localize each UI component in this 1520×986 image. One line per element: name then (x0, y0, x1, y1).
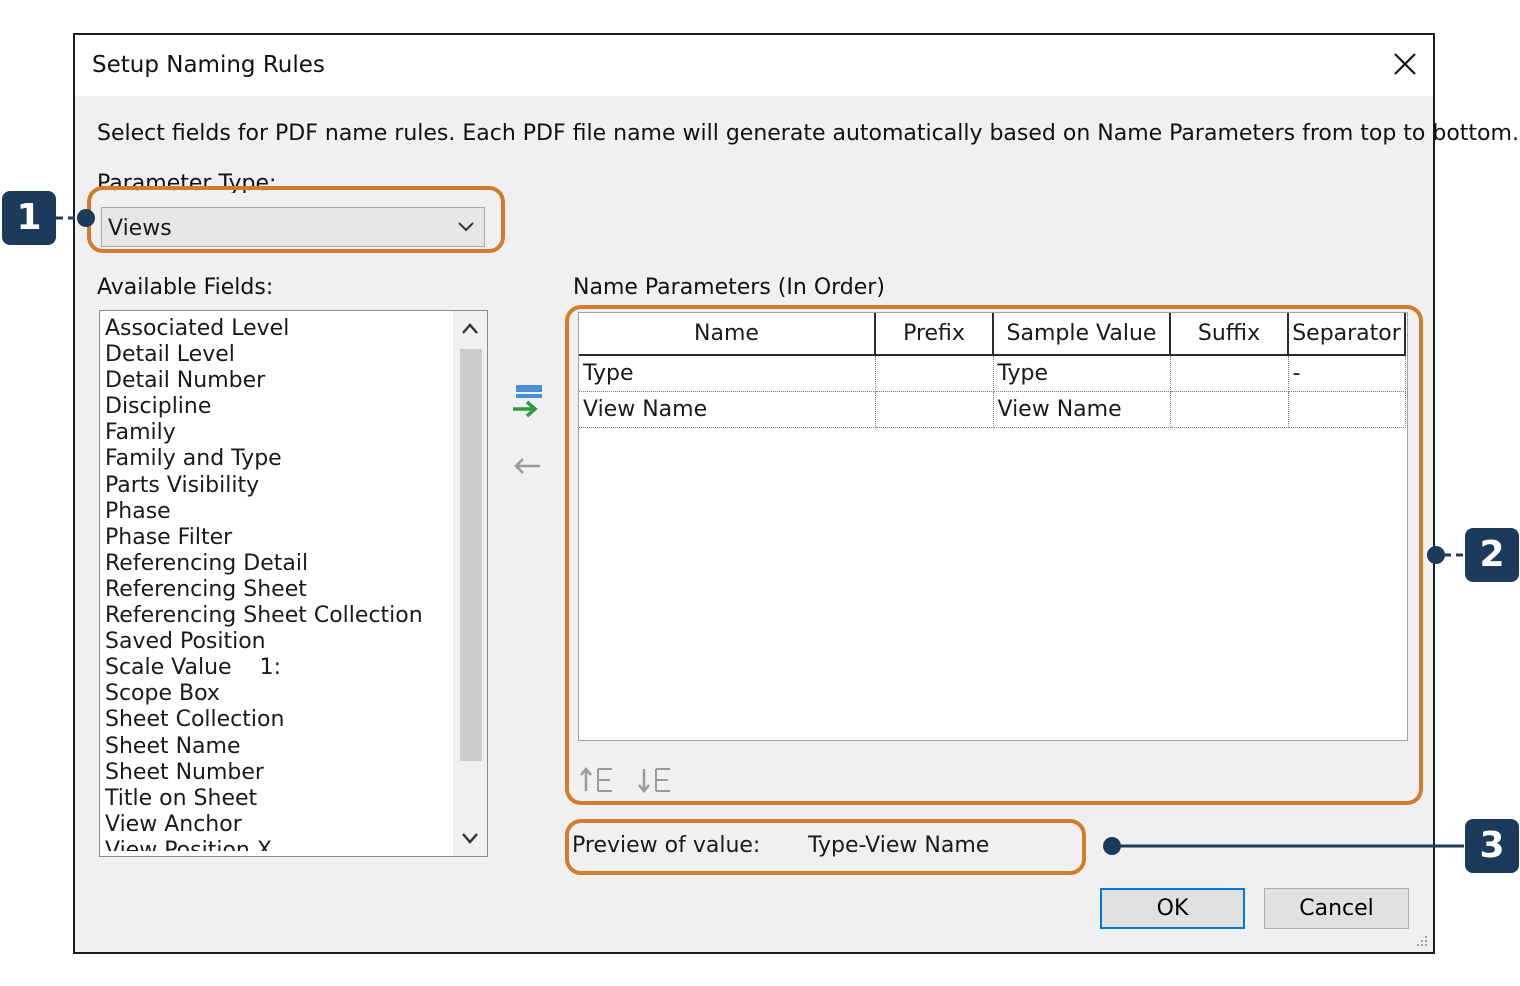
move-up-icon (580, 767, 612, 792)
list-item[interactable]: Detail Number (105, 368, 450, 394)
list-item[interactable]: Parts Visibility (105, 473, 450, 499)
list-scrollbar[interactable] (453, 311, 487, 856)
cell-suffix[interactable] (1170, 355, 1289, 392)
list-item[interactable]: Sheet Collection (105, 707, 450, 733)
arrow-left-icon (514, 458, 540, 474)
list-item[interactable]: Discipline (105, 394, 450, 420)
parameter-type-dropdown[interactable]: Views (101, 207, 485, 247)
list-item[interactable]: Referencing Detail (105, 551, 450, 577)
setup-naming-rules-dialog: Setup Naming Rules Select fields for PDF… (73, 33, 1519, 954)
column-header-separator[interactable]: Separator (1288, 313, 1406, 356)
remove-parameter-button[interactable] (508, 447, 548, 487)
column-header-suffix[interactable]: Suffix (1170, 313, 1289, 356)
name-parameters-label: Name Parameters (In Order) (573, 275, 885, 300)
list-item[interactable]: View Anchor (105, 812, 450, 838)
name-parameters-grid[interactable]: Name Prefix Sample Value Suffix Separato… (578, 312, 1408, 741)
title-bar: Setup Naming Rules (75, 35, 1433, 96)
list-item[interactable]: Referencing Sheet Collection (105, 603, 450, 629)
cell-separator[interactable]: - (1288, 355, 1406, 392)
cell-prefix[interactable] (875, 355, 994, 392)
list-item[interactable]: Saved Position (105, 629, 450, 655)
list-item[interactable]: Family (105, 420, 450, 446)
cell-sample-value: View Name (993, 391, 1171, 428)
cell-suffix[interactable] (1170, 391, 1289, 428)
close-icon (1394, 53, 1416, 75)
preview-value: Type-View Name (808, 833, 990, 858)
list-item[interactable]: Sheet Name (105, 734, 450, 760)
cell-name[interactable]: View Name (579, 391, 876, 428)
available-fields-label: Available Fields: (97, 275, 274, 300)
add-parameter-button[interactable] (508, 381, 548, 421)
cell-separator[interactable] (1288, 391, 1406, 428)
move-down-button[interactable] (636, 763, 676, 799)
list-item[interactable]: Title on Sheet (105, 786, 450, 812)
move-up-button[interactable] (578, 763, 618, 799)
scroll-thumb[interactable] (460, 349, 482, 761)
list-item[interactable]: Phase (105, 499, 450, 525)
parameter-type-value: Views (108, 216, 172, 241)
callout-badge-2: 2 (1465, 528, 1519, 582)
chevron-up-icon (462, 323, 478, 334)
description-text: Select fields for PDF name rules. Each P… (97, 121, 1519, 146)
column-header-prefix[interactable]: Prefix (875, 313, 994, 356)
name-parameters-table: Name Prefix Sample Value Suffix Separato… (579, 313, 1406, 428)
dialog-title: Setup Naming Rules (92, 52, 325, 78)
cell-name[interactable]: Type (579, 355, 876, 392)
chevron-down-icon (458, 222, 474, 232)
parameter-type-label: Parameter Type: (97, 171, 277, 193)
chevron-down-icon (462, 833, 478, 844)
table-row[interactable]: View Name View Name (579, 391, 1406, 428)
add-to-list-icon (513, 385, 542, 418)
list-item[interactable]: Referencing Sheet (105, 577, 450, 603)
close-button[interactable] (1385, 47, 1425, 83)
scroll-down-button[interactable] (453, 820, 487, 856)
table-header-row: Name Prefix Sample Value Suffix Separato… (579, 313, 1406, 356)
list-item[interactable]: Associated Level (105, 316, 450, 342)
scroll-up-button[interactable] (453, 311, 487, 347)
list-item[interactable]: Scope Box (105, 681, 450, 707)
column-header-sample-value[interactable]: Sample Value (993, 313, 1171, 356)
ok-button[interactable]: OK (1100, 888, 1245, 929)
column-header-name[interactable]: Name (579, 313, 876, 356)
cancel-button[interactable]: Cancel (1264, 888, 1409, 929)
available-fields-items: Associated Level Detail Level Detail Num… (105, 316, 450, 851)
available-fields-list[interactable]: Associated Level Detail Level Detail Num… (99, 310, 488, 857)
list-item[interactable]: Family and Type (105, 446, 450, 472)
preview-label: Preview of value: (572, 833, 761, 858)
cell-sample-value: Type (993, 355, 1171, 392)
list-item[interactable]: Scale Value 1: (105, 655, 450, 681)
list-item[interactable]: View Position X (105, 838, 450, 851)
move-down-icon (638, 768, 670, 793)
list-item[interactable]: Phase Filter (105, 525, 450, 551)
callout-badge-1: 1 (2, 191, 56, 245)
cell-prefix[interactable] (875, 391, 994, 428)
list-item[interactable]: Detail Level (105, 342, 450, 368)
table-row[interactable]: Type Type - (579, 355, 1406, 392)
list-item[interactable]: Sheet Number (105, 760, 450, 786)
resize-grip-icon[interactable] (1415, 934, 1429, 948)
callout-badge-3: 3 (1465, 819, 1519, 873)
